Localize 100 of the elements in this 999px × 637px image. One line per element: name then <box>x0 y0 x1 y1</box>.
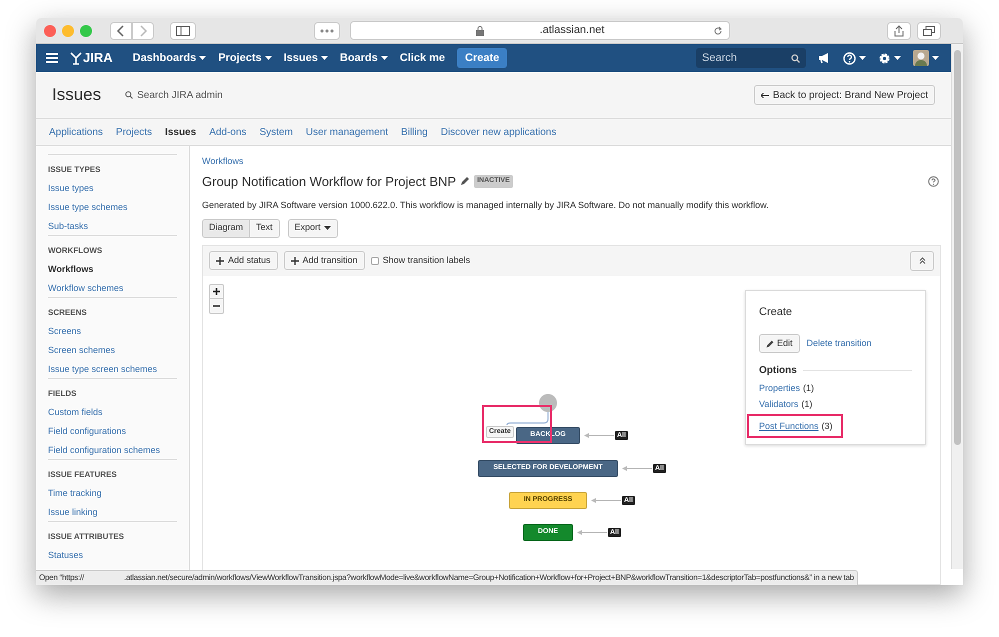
plus-icon <box>290 256 299 264</box>
plus-icon <box>216 256 224 264</box>
sidebar-link[interactable]: Field configurations <box>48 425 177 437</box>
back-to-project-button[interactable]: Back to project: Brand New Project <box>754 85 935 105</box>
plus-icon <box>213 288 220 294</box>
search-icon <box>125 91 134 99</box>
checkbox-label: Show transition labels <box>382 254 470 267</box>
sidebar-icon[interactable] <box>170 22 196 40</box>
section-heading: ISSUE ATTRIBUTES <box>48 531 126 543</box>
checkbox[interactable] <box>370 256 379 264</box>
sidebar-link[interactable]: Workflow schemes <box>48 282 177 294</box>
add-status-button[interactable]: Add status <box>209 251 278 270</box>
export-button[interactable]: Export <box>288 218 338 238</box>
sidebar-link[interactable]: Issue types <box>48 182 177 194</box>
pencil-icon <box>766 340 774 348</box>
admin-tab[interactable]: Billing <box>401 124 428 140</box>
arrow-icon <box>591 496 621 504</box>
sidebar-link[interactable]: Time tracking <box>48 487 177 499</box>
admin-tab[interactable]: Applications <box>49 124 103 140</box>
logo-text: JIRA <box>83 49 113 68</box>
edit-button[interactable]: Edit <box>759 334 800 353</box>
pencil-icon[interactable] <box>460 176 470 186</box>
caret-icon <box>859 56 866 60</box>
nav-menu[interactable]: Boards <box>334 44 394 72</box>
megaphone-icon[interactable] <box>818 52 831 64</box>
section-heading: ISSUE FEATURES <box>48 469 118 481</box>
admin-tab[interactable]: Projects <box>116 124 152 140</box>
option-count: (1) <box>801 398 812 410</box>
minus-icon <box>213 304 220 306</box>
add-transition-button[interactable]: Add transition <box>284 251 365 270</box>
admin-search[interactable]: Search JIRA admin <box>125 88 223 102</box>
settings-icon <box>878 52 891 64</box>
arrow-icon <box>577 528 607 536</box>
sidebar-link[interactable]: Field configuration schemes <box>48 444 177 456</box>
section-heading: WORKFLOWS <box>48 245 104 257</box>
caret-icon <box>324 226 331 230</box>
nav-menu[interactable]: Projects <box>212 44 278 72</box>
address-text: .atlassian.net <box>540 23 604 38</box>
help-icon <box>843 52 856 64</box>
user-menu[interactable] <box>913 50 939 66</box>
tabs-icon[interactable] <box>917 22 941 40</box>
back-icon[interactable] <box>110 22 132 40</box>
admin-tab[interactable]: System <box>259 124 293 140</box>
zoom-in-button[interactable] <box>209 284 224 298</box>
sidebar-link[interactable]: Issue type screen schemes <box>48 363 177 375</box>
option-link[interactable]: Properties <box>759 382 800 394</box>
admin-tab[interactable]: Add-ons <box>209 124 246 140</box>
sidebar-link[interactable]: Issue linking <box>48 506 177 518</box>
options-heading: Options <box>759 364 797 378</box>
arrow-icon <box>584 432 614 438</box>
breadcrumb-link[interactable]: Workflows <box>202 155 244 168</box>
section-heading: ISSUE TYPES <box>48 164 102 176</box>
status-text: Open “https:// <box>39 572 84 584</box>
delete-transition-link[interactable]: Delete transition <box>806 336 872 350</box>
caret-icon <box>932 56 939 60</box>
sidebar-link[interactable]: Custom fields <box>48 406 177 418</box>
zoom-out-button[interactable] <box>209 298 224 314</box>
option-link[interactable]: Validators <box>759 398 798 410</box>
sidebar-link[interactable]: Statuses <box>48 549 177 561</box>
page-title: Issues <box>52 84 102 106</box>
create-button[interactable]: Create <box>457 48 508 68</box>
chevrons-up-icon <box>918 257 926 264</box>
help-menu[interactable] <box>843 52 866 64</box>
sidebar-link[interactable]: Issue type schemes <box>48 201 177 213</box>
option-count: (1) <box>803 382 814 394</box>
sidebar-link[interactable]: Screen schemes <box>48 344 177 356</box>
address-bar[interactable]: .atlassian.net <box>350 21 730 40</box>
settings-menu[interactable] <box>878 52 901 64</box>
transition-handle[interactable] <box>539 394 557 412</box>
nav-menu[interactable]: Click me <box>394 44 452 72</box>
section-heading: SCREENS <box>48 307 88 319</box>
status-text: .atlassian.net/secure/admin/workflows/ViewWorkflowTransition.jspa?workflowMode=live&workflowName=Group+Notification+Workflow+for+Project+BNP&workflowTransition=1&descriptorTab=postfunctions&” in a new tab <box>124 572 854 584</box>
admin-tab[interactable]: User management <box>306 124 388 140</box>
sidebar-link[interactable]: Workflows <box>48 263 177 275</box>
nav-menu[interactable]: Dashboards <box>126 44 212 72</box>
arrow-left-icon <box>760 92 769 98</box>
sidebar-link[interactable]: Screens <box>48 325 177 337</box>
option-count: (3) <box>822 420 833 432</box>
view-toggle-button[interactable]: Text <box>250 218 280 238</box>
more-icon[interactable] <box>314 22 340 40</box>
option-link[interactable]: Post Functions <box>759 420 819 432</box>
lock-icon <box>476 26 484 36</box>
sidebar-link[interactable]: Sub-tasks <box>48 220 177 232</box>
help-icon[interactable] <box>928 176 939 187</box>
search-icon <box>791 54 800 63</box>
description-text: Generated by JIRA Software version 1000.622.0. This workflow is managed internally by JIRA Software. Do not manually modify this workflow. <box>202 199 770 212</box>
panel-title: Create <box>759 304 794 320</box>
logo-icon <box>70 52 82 64</box>
scrollbar[interactable] <box>951 44 963 569</box>
arrow-icon <box>622 464 652 472</box>
collapse-button[interactable] <box>910 250 934 270</box>
nav-menu[interactable]: Issues <box>278 44 334 72</box>
view-toggle-button[interactable]: Diagram <box>202 218 250 238</box>
reload-icon[interactable] <box>713 26 723 36</box>
workflow-title: Group Notification Workflow for Project BNP <box>202 172 456 191</box>
share-icon[interactable] <box>887 22 911 40</box>
search-field[interactable]: Search <box>696 48 806 68</box>
menu-icon[interactable] <box>46 53 58 63</box>
admin-tab[interactable]: Discover new applications <box>440 124 556 140</box>
admin-tab[interactable]: Issues <box>165 124 196 140</box>
